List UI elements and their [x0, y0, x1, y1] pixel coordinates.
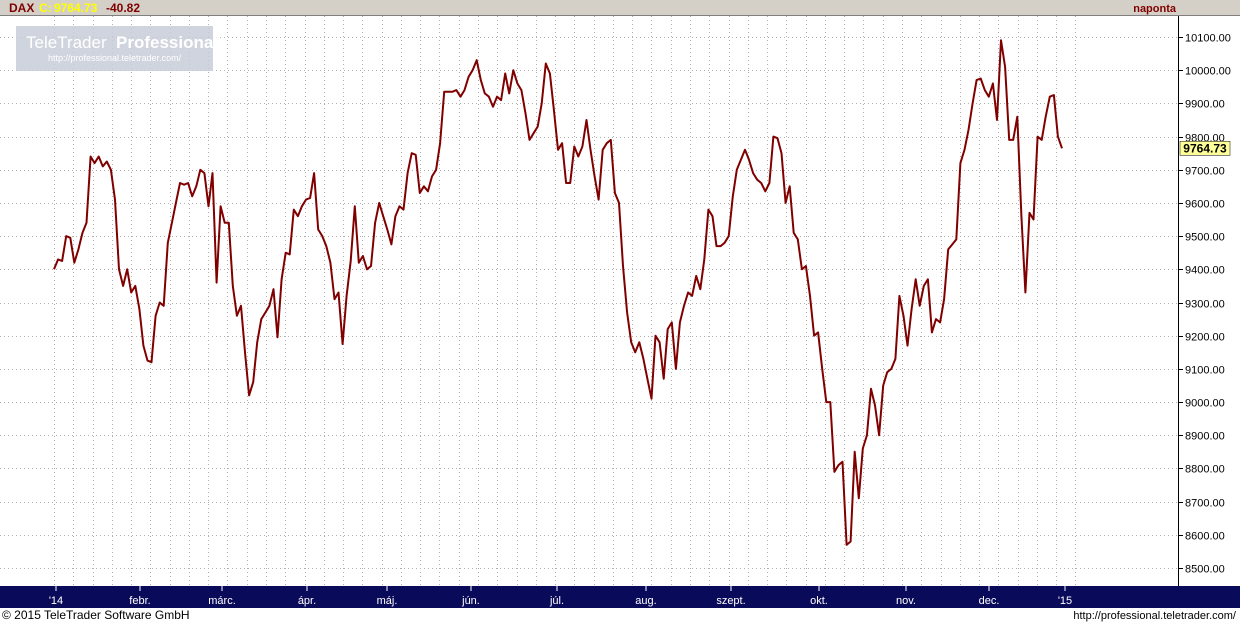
y-tick-label: 9100.00: [1185, 365, 1225, 377]
y-tick-label: 9600.00: [1185, 199, 1225, 211]
x-tick-label: aug.: [635, 595, 656, 607]
x-tick-label: '14: [49, 595, 63, 607]
x-tick-label: júl.: [549, 595, 564, 607]
close-value: 9764.73: [54, 1, 98, 15]
chart-window: DAX C: 9764.73 -40.82 naponta TeleTrader…: [0, 0, 1240, 625]
x-tick-label: márc.: [208, 595, 236, 607]
y-tick-label: 9400.00: [1185, 265, 1225, 277]
header-bar: [0, 0, 1240, 15]
y-tick-label: 8800.00: [1185, 464, 1225, 476]
x-tick-label: okt.: [810, 595, 828, 607]
y-tick-label: 8900.00: [1185, 431, 1225, 443]
y-tick-label: 9900.00: [1185, 99, 1225, 111]
x-tick-label: jún.: [461, 595, 480, 607]
y-tick-label: 10000.00: [1185, 66, 1231, 78]
change-value: -40.82: [106, 1, 140, 15]
close-prefix: C:: [39, 1, 52, 15]
y-tick-label: 8700.00: [1185, 498, 1225, 510]
y-tick-label: 8500.00: [1185, 564, 1225, 576]
y-tick-label: 9300.00: [1185, 299, 1225, 311]
y-tick-label: 8600.00: [1185, 531, 1225, 543]
watermark-url: http://professional.teletrader.com/: [48, 53, 182, 63]
x-tick-label: máj.: [377, 595, 398, 607]
last-value-marker: 9764.73: [1179, 141, 1231, 156]
y-tick-label: 9700.00: [1185, 166, 1225, 178]
footer-url: http://professional.teletrader.com/: [1073, 610, 1237, 622]
y-tick-label: 9000.00: [1185, 398, 1225, 410]
x-tick-label: '15: [1058, 595, 1072, 607]
x-axis-bar: [0, 586, 1240, 608]
watermark-logo: TeleTrader Professional http://professio…: [16, 26, 218, 71]
watermark-brand-plain: TeleTrader: [26, 33, 107, 52]
plot-area: [0, 16, 1178, 586]
dax-line-chart: DAX C: 9764.73 -40.82 naponta TeleTrader…: [0, 0, 1240, 622]
y-tick-label: 9200.00: [1185, 332, 1225, 344]
x-tick-label: nov.: [896, 595, 916, 607]
watermark-brand-bold: Professional: [116, 33, 218, 52]
last-value-label: 9764.73: [1183, 141, 1227, 155]
x-tick-label: szept.: [716, 595, 745, 607]
y-tick-label: 10100.00: [1185, 33, 1231, 45]
y-tick-label: 9500.00: [1185, 232, 1225, 244]
symbol-label: DAX: [9, 1, 34, 15]
x-tick-label: ápr.: [298, 595, 316, 607]
footer-copyright: © 2015 TeleTrader Software GmbH: [2, 608, 190, 622]
x-tick-label: febr.: [129, 595, 150, 607]
x-tick-label: dec.: [979, 595, 1000, 607]
period-label: naponta: [1133, 3, 1177, 15]
y-axis: 8500.00 8600.00 8700.00 8800.00 8900.00 9000.…: [1178, 33, 1231, 576]
